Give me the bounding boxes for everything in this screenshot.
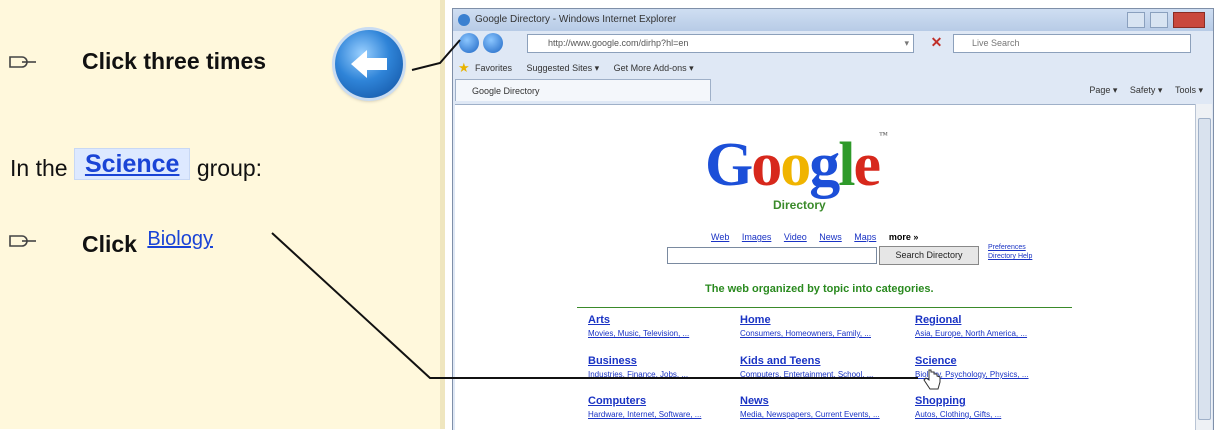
callout-lines bbox=[271, 39, 918, 379]
callout-line-biology bbox=[271, 232, 918, 379]
callout-line-back bbox=[411, 39, 461, 71]
